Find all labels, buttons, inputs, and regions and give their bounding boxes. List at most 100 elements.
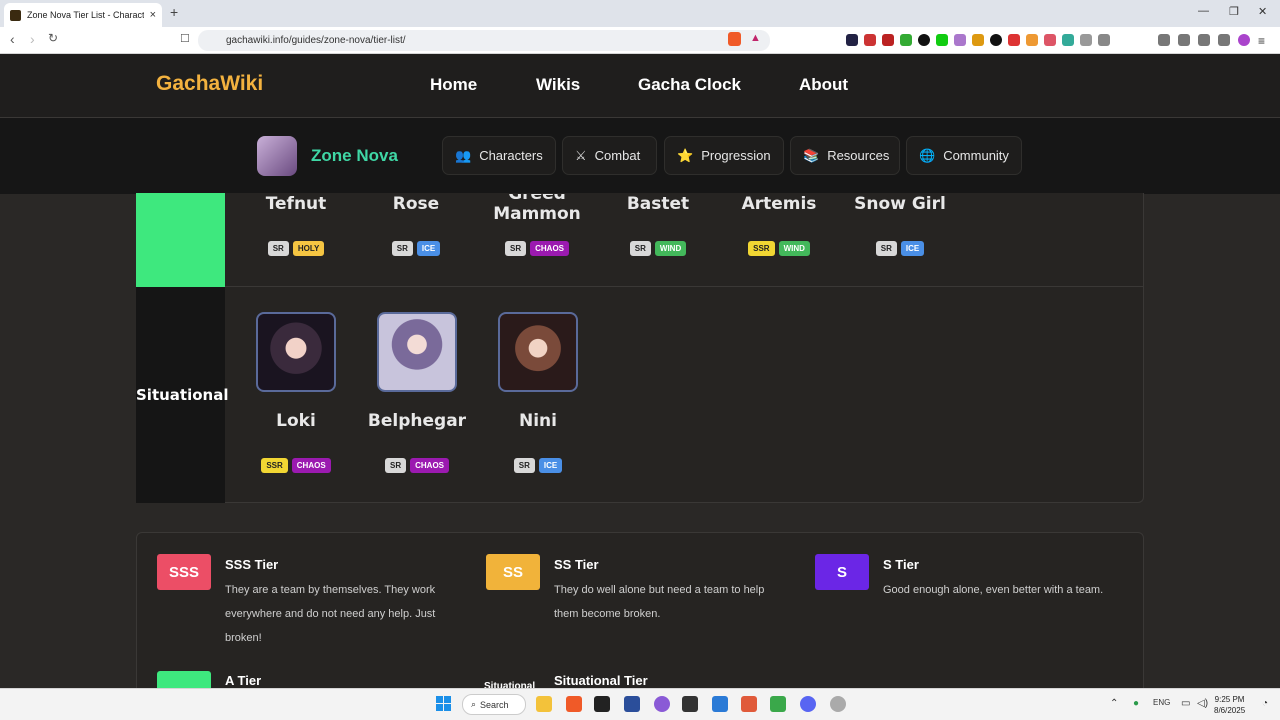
- nav-wikis[interactable]: Wikis: [536, 75, 580, 95]
- brave-rewards-icon[interactable]: ▲: [750, 32, 761, 44]
- element-badge: CHAOS: [410, 458, 449, 473]
- extension-icon[interactable]: [1008, 34, 1020, 46]
- subnav-characters[interactable]: 👥 Characters: [442, 136, 556, 175]
- site-logo[interactable]: GachaWiki: [156, 72, 263, 96]
- character-portrait-belphegar[interactable]: [377, 312, 457, 392]
- character-card[interactable]: Bastet: [603, 194, 713, 214]
- subnav-combat[interactable]: ⚔ Combat: [562, 136, 657, 175]
- back-icon[interactable]: ‹: [10, 31, 15, 47]
- extension-icon[interactable]: [1062, 34, 1074, 46]
- discord-icon[interactable]: [800, 696, 816, 712]
- brave-browser-icon[interactable]: [566, 696, 582, 712]
- vscode-icon[interactable]: [712, 696, 728, 712]
- nav-home[interactable]: Home: [430, 75, 477, 95]
- character-name: Bastet: [626, 194, 690, 214]
- bookmark-icon[interactable]: ☐: [180, 32, 190, 45]
- character-card[interactable]: Rose: [361, 194, 471, 214]
- powershell-icon[interactable]: [624, 696, 640, 712]
- leo-icon[interactable]: [1218, 34, 1230, 46]
- character-card[interactable]: Nini: [483, 411, 593, 431]
- new-tab-button[interactable]: +: [170, 4, 178, 20]
- character-card[interactable]: Tefnut: [241, 194, 351, 214]
- character-card[interactable]: Artemis: [724, 194, 834, 214]
- network-icon[interactable]: ▭: [1181, 698, 1190, 709]
- element-badge: ICE: [900, 241, 925, 256]
- legend-desc: They do well alone but need a team to he…: [554, 584, 765, 620]
- app-icon[interactable]: [654, 696, 670, 712]
- character-name: Belphegar: [367, 411, 467, 431]
- nav-gacha-clock[interactable]: Gacha Clock: [638, 75, 741, 95]
- profile-icon[interactable]: [1238, 34, 1250, 46]
- subnav-resources[interactable]: 📚 Resources: [790, 136, 900, 175]
- menu-icon[interactable]: ≡: [1258, 34, 1265, 48]
- character-card[interactable]: Snow Girl: [845, 194, 955, 214]
- wallet-icon[interactable]: [1198, 34, 1210, 46]
- extension-icon[interactable]: [882, 34, 894, 46]
- media-icon[interactable]: [1158, 34, 1170, 46]
- console-icon[interactable]: [682, 696, 698, 712]
- game-avatar[interactable]: [257, 136, 297, 176]
- maximize-button[interactable]: ❐: [1229, 5, 1239, 18]
- element-badge: ICE: [538, 458, 563, 473]
- obs-icon[interactable]: [830, 696, 846, 712]
- extension-icon[interactable]: [918, 34, 930, 46]
- extension-icon[interactable]: [846, 34, 858, 46]
- legend-title: SSS Tier: [225, 557, 279, 572]
- subnav-community[interactable]: 🌐 Community: [906, 136, 1022, 175]
- character-name: Snow Girl: [854, 194, 946, 214]
- character-tags: SR ICE: [845, 241, 955, 256]
- taskbar-clock[interactable]: 9:25 PM 8/6/2025: [1214, 694, 1245, 716]
- legend-desc: Good enough alone, even better with a te…: [883, 584, 1104, 596]
- legend-title: S Tier: [883, 557, 919, 572]
- reload-icon[interactable]: ↻: [48, 31, 58, 45]
- notification-icon[interactable]: ◔: [1262, 698, 1268, 709]
- bluestacks-icon[interactable]: [770, 696, 786, 712]
- game-title[interactable]: Zone Nova: [311, 146, 398, 166]
- character-card[interactable]: Loki: [241, 411, 351, 431]
- forward-icon[interactable]: ›: [30, 31, 35, 47]
- sidebar-icon[interactable]: [1178, 34, 1190, 46]
- extension-icon[interactable]: [1098, 34, 1110, 46]
- tab-close-icon[interactable]: ×: [150, 9, 156, 21]
- extension-icon[interactable]: [936, 34, 948, 46]
- brave-shield-icon[interactable]: [728, 32, 741, 46]
- volume-icon[interactable]: ◁): [1197, 698, 1208, 709]
- tray-overflow-icon[interactable]: ⌃: [1110, 698, 1118, 709]
- extension-icon[interactable]: [1080, 34, 1092, 46]
- legend-title: A Tier: [225, 673, 262, 688]
- tab-strip: [0, 0, 1280, 27]
- extension-icon[interactable]: [864, 34, 876, 46]
- clock-date: 8/6/2025: [1214, 706, 1246, 715]
- file-explorer-icon[interactable]: [536, 696, 552, 712]
- browser-tab[interactable]: Zone Nova Tier List - Character R ×: [4, 3, 162, 27]
- extension-icon[interactable]: [900, 34, 912, 46]
- rarity-badge: SR: [504, 241, 527, 256]
- character-card[interactable]: Greed Mammon: [482, 194, 592, 230]
- url-field[interactable]: gachawiki.info/guides/zone-nova/tier-lis…: [198, 30, 770, 51]
- start-icon[interactable]: [436, 696, 451, 711]
- extension-icon[interactable]: [990, 34, 1002, 46]
- close-window-button[interactable]: ✕: [1258, 5, 1267, 18]
- microphone-icon[interactable]: ●: [1133, 698, 1139, 709]
- extension-icon[interactable]: [1044, 34, 1056, 46]
- terminal-icon[interactable]: [594, 696, 610, 712]
- minimize-button[interactable]: —: [1198, 5, 1209, 17]
- character-portrait-nini[interactable]: [498, 312, 578, 392]
- subnav-progression[interactable]: ⭐ Progression: [664, 136, 784, 175]
- app-icon[interactable]: [741, 696, 757, 712]
- character-name: Artemis: [741, 194, 817, 214]
- taskbar-search[interactable]: ⌕ Search: [462, 694, 526, 715]
- character-portrait-loki[interactable]: [256, 312, 336, 392]
- extension-icon[interactable]: [954, 34, 966, 46]
- tier-label-a: [136, 193, 225, 287]
- nav-about[interactable]: About: [799, 75, 848, 95]
- legend-badge-s: S: [815, 554, 869, 590]
- subnav-label: Characters: [479, 148, 543, 163]
- element-badge: CHAOS: [291, 458, 331, 473]
- rarity-badge: SSR: [261, 458, 288, 473]
- extension-icon[interactable]: [1026, 34, 1038, 46]
- windows-taskbar: [0, 688, 1280, 720]
- language-indicator[interactable]: ENG: [1153, 698, 1170, 707]
- character-card[interactable]: Belphegar: [362, 411, 472, 431]
- extension-icon[interactable]: [972, 34, 984, 46]
